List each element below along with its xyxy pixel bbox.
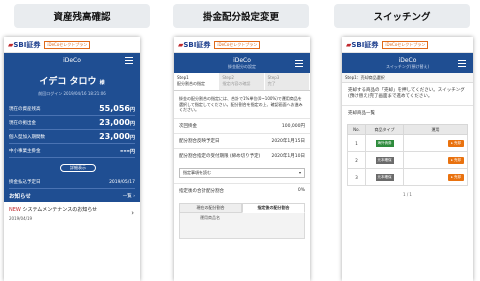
header-title: iDeCo bbox=[63, 57, 81, 64]
category-badge: 元本確保 bbox=[375, 156, 394, 164]
notice-title: お知らせ bbox=[9, 193, 31, 200]
instruction-text: 掛金の配分割合の指定には、合計で1%単位(0~100%)で運用商品を選択して指定… bbox=[179, 96, 303, 112]
sell-button[interactable]: ▸ 売却 bbox=[448, 173, 464, 181]
step-1: Step1 配分割合の指定 bbox=[174, 73, 220, 90]
menu-icon[interactable] bbox=[295, 60, 303, 69]
chevron-right-icon: › bbox=[131, 209, 134, 217]
balance-screen: ▰SBI証券 iDeCoセレクトプラン iDeCo イデコ タロウ 様 前回ログ… bbox=[4, 37, 140, 281]
pagination: 1 / 1 bbox=[403, 192, 412, 197]
step-indicator: Step1 配分割合の指定 Step2 指定内容の確認 Step3 完了 bbox=[174, 73, 310, 91]
balance-row: 現在の資産残高 55,056円 bbox=[9, 102, 135, 116]
col-fund: 運用 bbox=[403, 124, 468, 135]
table-row: 2 元本確保 ▸ 売却 bbox=[347, 151, 468, 169]
notice-list-link[interactable]: 一覧 › bbox=[123, 193, 135, 199]
table-row: 3 元本確保 ▸ 売却 bbox=[347, 168, 468, 186]
step-2: Step2 指定内容の確認 bbox=[219, 73, 265, 90]
balance-row: 中小事業主掛金 ---円 bbox=[9, 144, 135, 158]
detail-button[interactable]: 詳細表示 bbox=[60, 164, 96, 172]
ratio-tabs: 現在の配分割合 指定後の配分割合 bbox=[179, 202, 305, 213]
sbi-logo: ▰SBI証券 bbox=[346, 40, 379, 49]
menu-icon[interactable] bbox=[125, 57, 133, 66]
sell-button[interactable]: ▸ 売却 bbox=[448, 156, 464, 164]
switching-screen: ▰SBI証券 iDeCoセレクトプラン iDeCo スイッチング(預け替え) S… bbox=[342, 37, 473, 281]
next-contribution-row: 次回掛金 100,000円 bbox=[174, 117, 310, 133]
sell-button[interactable]: ▸ 売却 bbox=[448, 139, 464, 147]
last-login: 前回ログイン 2019/04/16 18:21:06 bbox=[38, 91, 106, 96]
notice-text: システムメンテナンスのお知らせ bbox=[22, 207, 98, 213]
user-info: イデコ タロウ 様 前回ログイン 2019/04/16 18:21:06 bbox=[4, 68, 140, 102]
honorific: 様 bbox=[99, 80, 105, 86]
notice-item[interactable]: NEW システムメンテナンスのお知らせ 2019/04/19 › bbox=[4, 202, 140, 225]
category-badge: 元本確保 bbox=[375, 173, 394, 181]
user-name: イデコ タロウ bbox=[39, 77, 97, 87]
reflect-date-row: 配分割合反映予定日 2020年1月15日 bbox=[174, 132, 310, 148]
payment-date-label: 掛金払込予定日 bbox=[9, 180, 41, 185]
balance-rows: 現在の資産残高 55,056円 現在の拠出金 23,000円 個人型加入期間数 … bbox=[4, 102, 140, 189]
fund-table: 運用商品名 bbox=[179, 212, 305, 239]
terms-dropdown[interactable]: 指定事項を読む ▾ bbox=[179, 167, 305, 178]
col-no: No. bbox=[347, 124, 366, 135]
fund-name-header: 運用商品名 bbox=[200, 214, 220, 220]
tab-current-ratio[interactable]: 現在の配分割合 bbox=[179, 202, 242, 213]
instruction-text: 売却する商品の「売却」を押してください。スイッチング(預け替え)完了画面まで進め… bbox=[348, 88, 465, 99]
app-header: iDeCo bbox=[4, 53, 140, 68]
ideco-plan-badge: iDeCoセレクトプラン bbox=[44, 40, 91, 49]
balance-row: 現在の拠出金 23,000円 bbox=[9, 116, 135, 130]
deadline-row: 配分割合指定の受付期限 (締め切り予定) 2020年1月10日 bbox=[174, 147, 310, 163]
app-header: iDeCo 掛金配分の設定 bbox=[174, 53, 310, 73]
menu-icon[interactable] bbox=[458, 60, 466, 69]
holdings-table: No. 商品タイプ 運用 1 海外債券 ▸ 売却 2 元本確保 ▸ 売却 3 元… bbox=[347, 124, 468, 186]
notice-header: お知らせ 一覧 › bbox=[4, 189, 140, 202]
col-category: 商品タイプ bbox=[365, 124, 404, 135]
new-badge: NEW bbox=[9, 207, 21, 213]
brand-bar: ▰SBI証券 iDeCoセレクトプラン bbox=[4, 37, 140, 53]
sbi-logo: ▰SBI証券 bbox=[8, 40, 41, 49]
table-row: 1 海外債券 ▸ 売却 bbox=[347, 134, 468, 152]
allocation-screen: ▰SBI証券 iDeCoセレクトプラン iDeCo 掛金配分の設定 Step1 配… bbox=[174, 37, 310, 281]
header-subtitle: スイッチング(預け替え) bbox=[385, 63, 430, 69]
section-title-allocation: 掛金配分設定変更 bbox=[173, 4, 309, 28]
payment-date-row: 掛金払込予定日 2019/05/17 bbox=[9, 176, 135, 189]
header-title: iDeCo bbox=[398, 56, 417, 64]
header-subtitle: 掛金配分の設定 bbox=[228, 63, 256, 69]
payment-date-value: 2019/05/17 bbox=[109, 179, 135, 185]
app-header: iDeCo スイッチング(預け替え) bbox=[342, 53, 473, 73]
step-3: Step3 完了 bbox=[264, 73, 310, 90]
balance-row: 個人型加入期間数 23,000円 bbox=[9, 130, 135, 144]
section-title-balance: 資産残高確認 bbox=[14, 4, 150, 28]
tab-new-ratio[interactable]: 指定後の配分割合 bbox=[242, 202, 305, 213]
chevron-down-icon: ▾ bbox=[298, 170, 301, 175]
section-title-switching: スイッチング bbox=[334, 4, 470, 28]
step-label: Step1：売却商品選択 bbox=[342, 73, 473, 83]
holdings-title: 売却商品一覧 bbox=[342, 105, 473, 120]
header-title: iDeCo bbox=[233, 56, 251, 64]
sbi-logo: ▰SBI証券 bbox=[178, 40, 211, 49]
ideco-plan-badge: iDeCoセレクトプラン bbox=[382, 40, 429, 49]
total-ratio-row: 指定後の合計配分割合 0% bbox=[174, 182, 310, 198]
brand-bar: ▰SBI証券 iDeCoセレクトプラン bbox=[174, 37, 310, 53]
notice-date: 2019/04/19 bbox=[9, 216, 33, 221]
ideco-plan-badge: iDeCoセレクトプラン bbox=[214, 40, 261, 49]
category-badge: 海外債券 bbox=[375, 139, 394, 147]
brand-bar: ▰SBI証券 iDeCoセレクトプラン bbox=[342, 37, 473, 53]
